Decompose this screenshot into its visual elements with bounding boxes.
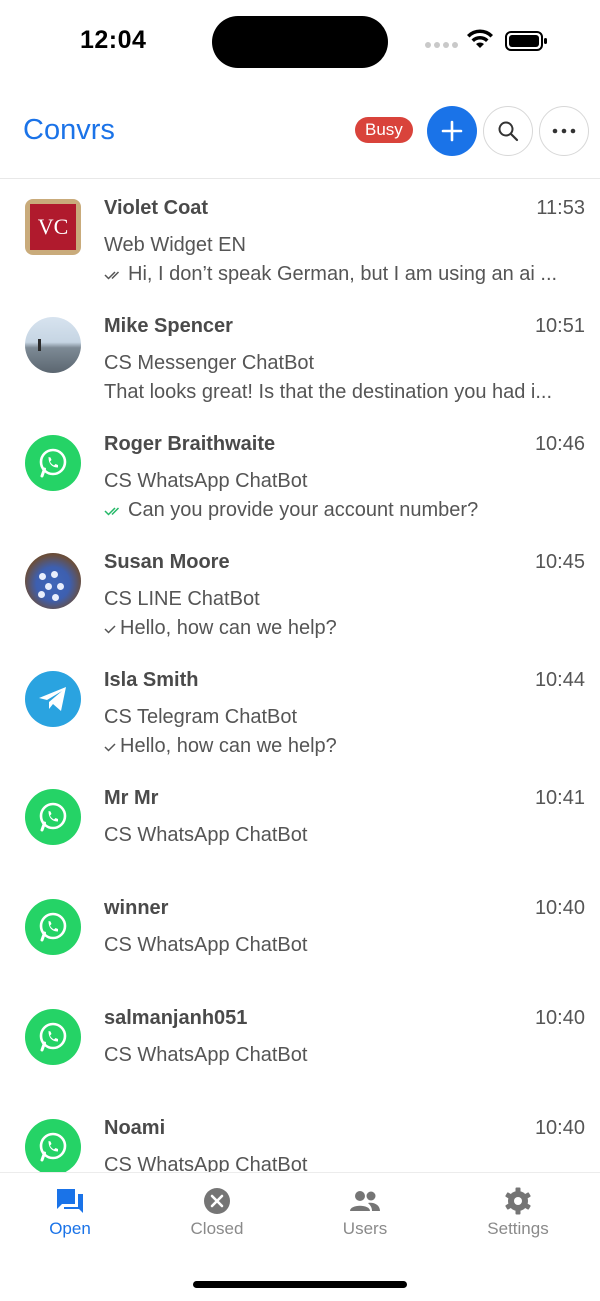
conversation-item[interactable]: salmanjanh051 10:40 CS WhatsApp ChatBot [0, 989, 600, 1099]
avatar: VC [25, 199, 81, 255]
conversation-item[interactable]: Mike Spencer 10:51 CS Messenger ChatBot … [0, 297, 600, 415]
double-check-icon [104, 271, 120, 280]
contact-name: Isla Smith [104, 669, 199, 691]
conversation-item[interactable]: VC Violet Coat 11:53 Web Widget EN Hi, I… [0, 179, 600, 297]
status-time: 12:04 [80, 26, 147, 54]
avatar [25, 317, 81, 373]
check-icon [104, 625, 116, 634]
check-icon [104, 743, 116, 752]
contact-name: winner [104, 897, 169, 919]
search-icon [498, 121, 519, 142]
conversation-item[interactable]: winner 10:40 CS WhatsApp ChatBot [0, 879, 600, 989]
telegram-icon [25, 671, 81, 727]
conversation-item[interactable]: Isla Smith 10:44 CS Telegram ChatBot Hel… [0, 651, 600, 769]
channel-name: CS WhatsApp ChatBot [104, 1044, 308, 1066]
conversation-item[interactable]: Susan Moore 10:45 CS LINE ChatBot Hello,… [0, 533, 600, 651]
contact-name: Mr Mr [104, 787, 159, 809]
contact-name: Noami [104, 1117, 166, 1139]
channel-name: CS Telegram ChatBot [104, 706, 298, 728]
gear-icon [463, 1185, 573, 1217]
whatsapp-icon [25, 435, 81, 491]
message-time: 10:44 [534, 669, 585, 691]
battery-icon [505, 31, 547, 51]
channel-name: CS WhatsApp ChatBot [104, 934, 308, 956]
status-bar: 12:04 [0, 0, 600, 84]
channel-name: CS WhatsApp ChatBot [104, 824, 308, 846]
message-time: 11:53 [536, 197, 585, 219]
message-preview: That looks great! Is that the destinatio… [104, 381, 553, 403]
conversation-item[interactable]: Roger Braithwaite 10:46 CS WhatsApp Chat… [0, 415, 600, 533]
channel-name: Web Widget EN [104, 234, 246, 256]
message-preview: Can you provide your account number? [104, 499, 580, 522]
contact-name: Mike Spencer [104, 315, 233, 337]
search-button[interactable] [483, 106, 533, 156]
chat-bubbles-icon [15, 1185, 125, 1217]
contact-name: salmanjanh051 [104, 1007, 248, 1029]
message-time: 10:51 [534, 315, 585, 337]
whatsapp-icon [25, 1009, 81, 1065]
close-circle-icon [162, 1185, 272, 1217]
message-time: 10:41 [534, 787, 585, 809]
contact-name: Roger Braithwaite [104, 433, 276, 455]
more-icon [552, 128, 576, 134]
message-time: 10:40 [534, 1007, 585, 1029]
message-time: 10:45 [534, 551, 585, 573]
plus-icon [441, 120, 463, 142]
agent-status-badge[interactable]: Busy [355, 117, 413, 143]
conversation-list[interactable]: VC Violet Coat 11:53 Web Widget EN Hi, I… [0, 179, 600, 1172]
message-time: 10:46 [534, 433, 585, 455]
double-check-icon [104, 507, 120, 516]
message-preview: Hello, how can we help? [104, 617, 580, 640]
message-preview: Hello, how can we help? [104, 735, 580, 758]
message-time: 10:40 [534, 897, 585, 919]
contact-name: Violet Coat [104, 197, 209, 219]
app-title: Convrs [23, 114, 115, 146]
channel-name: CS LINE ChatBot [104, 588, 260, 610]
channel-name: CS WhatsApp ChatBot [104, 470, 308, 492]
new-conversation-button[interactable] [427, 106, 477, 156]
whatsapp-icon [25, 899, 81, 955]
more-options-button[interactable] [539, 106, 589, 156]
header: Convrs Busy [0, 84, 600, 179]
home-indicator [193, 1281, 407, 1288]
conversation-item[interactable]: Noami 10:40 CS WhatsApp ChatBot [0, 1099, 600, 1172]
signal-icon [425, 42, 458, 48]
message-time: 10:40 [534, 1117, 585, 1139]
avatar [25, 553, 81, 609]
message-preview: Hi, I don’t speak German, but I am using… [104, 263, 580, 286]
whatsapp-icon [25, 789, 81, 845]
wifi-icon [467, 29, 493, 48]
whatsapp-icon [25, 1119, 81, 1172]
channel-name: CS WhatsApp ChatBot [104, 1154, 308, 1172]
conversation-item[interactable]: Mr Mr 10:41 CS WhatsApp ChatBot [0, 769, 600, 879]
channel-name: CS Messenger ChatBot [104, 352, 315, 374]
users-icon [310, 1185, 420, 1217]
contact-name: Susan Moore [104, 551, 230, 573]
dynamic-island [212, 16, 388, 68]
